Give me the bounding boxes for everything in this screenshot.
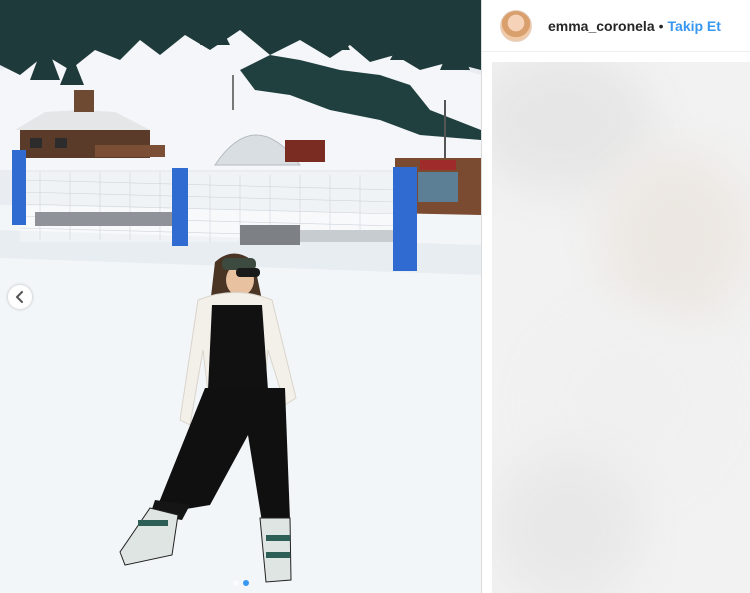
carousel-prev-button[interactable] [8,285,32,309]
post-header: emma_coronela • Takip Et [482,0,750,52]
carousel-indicator [0,580,481,586]
username-link[interactable]: emma_coronela [548,18,655,34]
follow-button[interactable]: Takip Et [668,18,721,34]
post-sidebar: emma_coronela • Takip Et [482,0,750,593]
chevron-left-icon [16,291,23,303]
profile-avatar[interactable] [500,9,532,42]
carousel-dot [232,580,239,586]
post-image[interactable] [0,0,481,593]
carousel-dot-active [242,580,249,586]
ski-slope-photo [0,0,481,593]
blurred-comments-area [492,62,750,593]
separator-dot: • [658,17,664,34]
